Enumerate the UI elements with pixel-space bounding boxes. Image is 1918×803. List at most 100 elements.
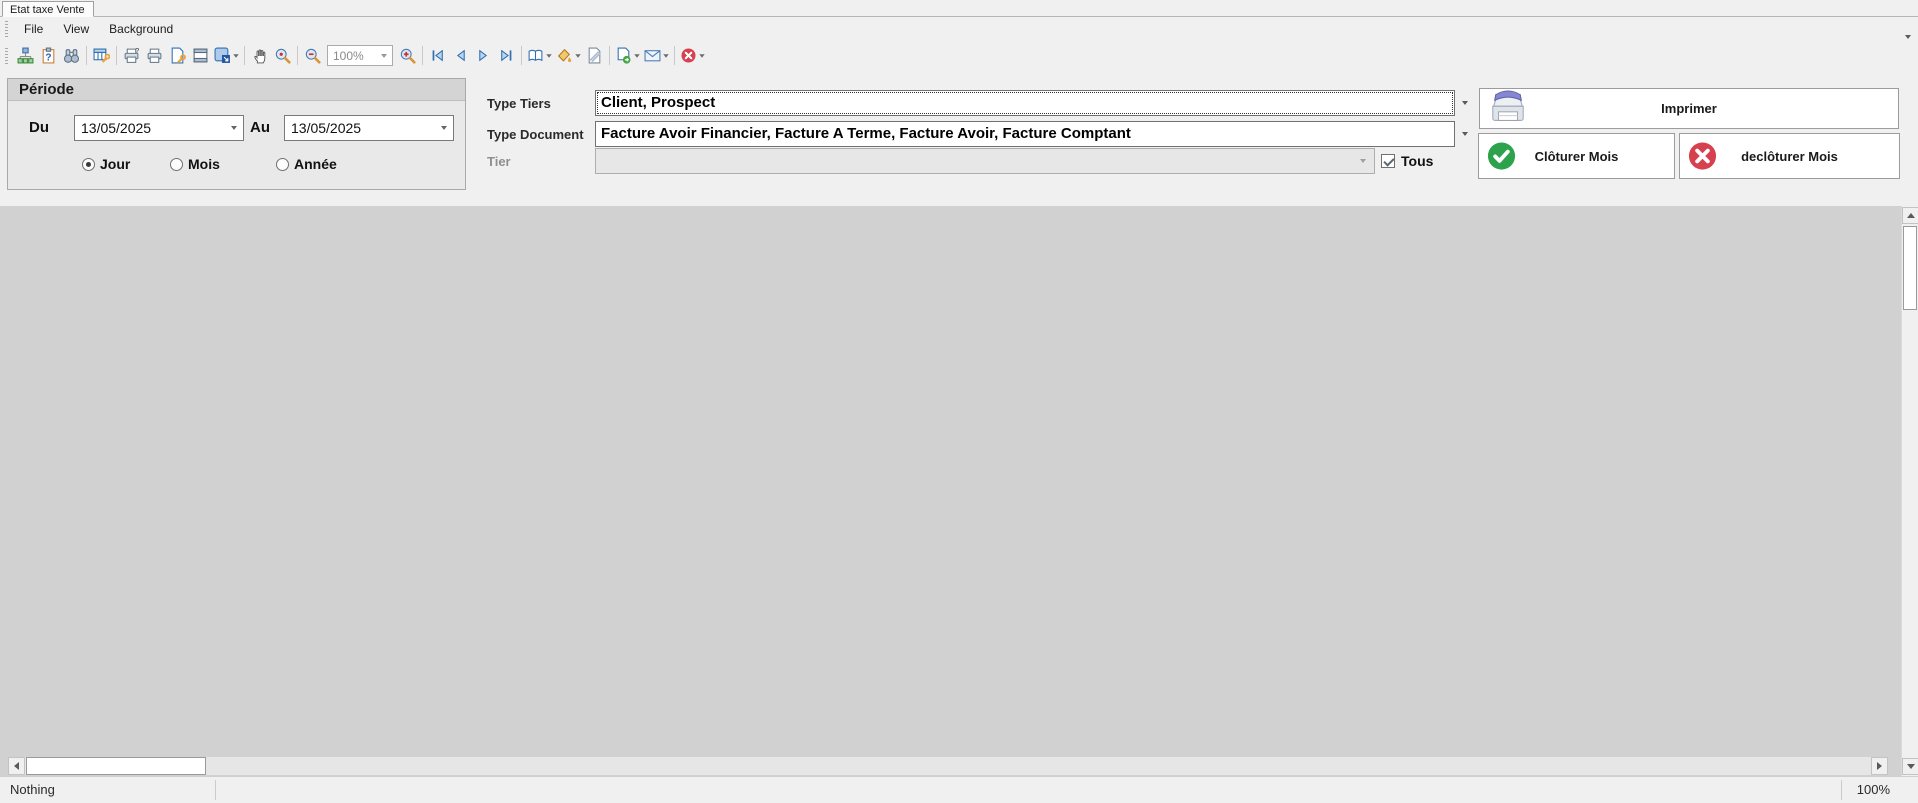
date-du-field[interactable]: 13/05/2025 <box>74 115 244 141</box>
export-document-icon <box>615 47 632 64</box>
toolbar-separator <box>422 46 423 65</box>
print-button[interactable]: ? <box>120 44 143 67</box>
radio-mois-label: Mois <box>188 156 220 172</box>
scroll-down-button[interactable] <box>1902 758 1918 775</box>
scale-button[interactable] <box>212 44 241 67</box>
toolbar-separator <box>674 46 675 65</box>
svg-text:?: ? <box>135 47 139 55</box>
decloturer-mois-button[interactable]: declôturer Mois <box>1679 133 1900 179</box>
scroll-up-button[interactable] <box>1902 207 1918 224</box>
toolbar-grip[interactable] <box>5 48 8 64</box>
document-map-icon <box>17 47 34 64</box>
document-map-button[interactable] <box>14 44 37 67</box>
printer-icon <box>1487 90 1529 128</box>
page-color-button[interactable] <box>554 44 583 67</box>
cloturer-mois-button[interactable]: Clôturer Mois <box>1478 133 1675 179</box>
multiple-pages-icon <box>527 47 544 64</box>
type-tiers-value[interactable]: Client, Prospect <box>595 90 1455 116</box>
status-zoom-value: 100% <box>1857 782 1890 797</box>
scroll-left-button[interactable] <box>8 757 25 775</box>
vertical-scrollbar[interactable] <box>1901 206 1918 776</box>
radio-button-icon <box>276 158 289 171</box>
print-icon: ? <box>123 47 140 64</box>
decloturer-mois-label: declôturer Mois <box>1741 149 1838 164</box>
zoom-in-button[interactable] <box>396 44 419 67</box>
arrow-up-icon <box>1907 213 1915 218</box>
preview-area <box>0 206 1918 776</box>
tous-checkbox[interactable] <box>1381 154 1395 168</box>
watermark-button[interactable] <box>583 44 606 67</box>
radio-jour[interactable]: Jour <box>82 156 130 172</box>
cloturer-mois-label: Clôturer Mois <box>1535 149 1619 164</box>
chevron-down-icon <box>546 54 551 58</box>
zoom-level-combo[interactable]: 100% <box>327 45 393 66</box>
tab-bar: Etat taxe Vente <box>0 0 1918 17</box>
vertical-scrollbar-thumb[interactable] <box>1903 226 1917 310</box>
customize-icon <box>93 47 110 64</box>
page-setup-icon <box>169 47 186 64</box>
arrow-down-icon <box>1907 764 1915 769</box>
chevron-down-icon <box>575 54 580 58</box>
toolbar-separator <box>116 46 117 65</box>
last-page-button[interactable] <box>495 44 518 67</box>
hand-tool-button[interactable] <box>248 44 271 67</box>
next-page-button[interactable] <box>472 44 495 67</box>
radio-button-icon <box>170 158 183 171</box>
first-page-icon <box>429 47 446 64</box>
multiple-pages-button[interactable] <box>525 44 554 67</box>
parameters-button[interactable]: ? <box>37 44 60 67</box>
zoom-in-icon <box>399 47 416 64</box>
status-bar: Nothing 100% <box>0 776 1918 803</box>
menu-file[interactable]: File <box>14 19 53 39</box>
customize-button[interactable] <box>90 44 113 67</box>
toolbar-separator <box>244 46 245 65</box>
menu-background[interactable]: Background <box>99 19 183 39</box>
magnifier-button[interactable] <box>271 44 294 67</box>
periode-groupbox: Période Du 13/05/2025 Au 13/05/2025 Jour… <box>7 78 466 190</box>
find-icon <box>63 47 80 64</box>
chevron-down-icon[interactable] <box>441 126 447 130</box>
type-tiers-dropdown-button[interactable] <box>1455 90 1475 116</box>
exit-button[interactable] <box>678 44 707 67</box>
header-footer-button[interactable] <box>189 44 212 67</box>
chevron-down-icon <box>1462 132 1468 136</box>
horizontal-scrollbar-thumb[interactable] <box>26 757 206 775</box>
hand-tool-icon <box>251 47 268 64</box>
type-document-value[interactable]: Facture Avoir Financier, Facture A Terme… <box>595 121 1455 147</box>
check-circle-icon <box>1486 141 1517 172</box>
type-document-dropdown-button[interactable] <box>1455 121 1475 147</box>
parameters-icon: ? <box>40 47 57 64</box>
chevron-down-icon[interactable] <box>231 126 237 130</box>
send-email-button[interactable] <box>642 44 671 67</box>
menubar-grip[interactable] <box>5 21 8 37</box>
tab-etat-taxe-vente[interactable]: Etat taxe Vente <box>2 1 94 17</box>
export-document-button[interactable] <box>613 44 642 67</box>
type-document-label: Type Document <box>487 127 584 142</box>
zoom-out-button[interactable] <box>301 44 324 67</box>
arrow-right-icon <box>1877 762 1882 770</box>
chevron-down-icon <box>233 54 238 58</box>
periode-title: Période <box>8 79 465 101</box>
quick-print-button[interactable] <box>143 44 166 67</box>
radio-mois[interactable]: Mois <box>170 156 220 172</box>
imprimer-label: Imprimer <box>1661 101 1717 116</box>
imprimer-button[interactable]: Imprimer <box>1479 88 1899 129</box>
zoom-out-icon <box>304 47 321 64</box>
find-button[interactable] <box>60 44 83 67</box>
radio-jour-label: Jour <box>100 156 130 172</box>
svg-text:?: ? <box>45 52 51 63</box>
page-setup-button[interactable] <box>166 44 189 67</box>
first-page-button[interactable] <box>426 44 449 67</box>
header-footer-icon <box>192 47 209 64</box>
menu-view[interactable]: View <box>53 19 99 39</box>
previous-page-button[interactable] <box>449 44 472 67</box>
scroll-right-button[interactable] <box>1871 757 1888 775</box>
type-tiers-combo[interactable]: Client, Prospect <box>595 90 1475 116</box>
horizontal-scrollbar[interactable] <box>8 757 1888 775</box>
date-au-field[interactable]: 13/05/2025 <box>284 115 454 141</box>
filter-panel: Période Du 13/05/2025 Au 13/05/2025 Jour… <box>0 71 1918 206</box>
type-document-combo[interactable]: Facture Avoir Financier, Facture A Terme… <box>595 121 1475 147</box>
radio-annee[interactable]: Année <box>276 156 337 172</box>
tier-combo <box>595 148 1375 174</box>
type-tiers-label: Type Tiers <box>487 96 551 111</box>
